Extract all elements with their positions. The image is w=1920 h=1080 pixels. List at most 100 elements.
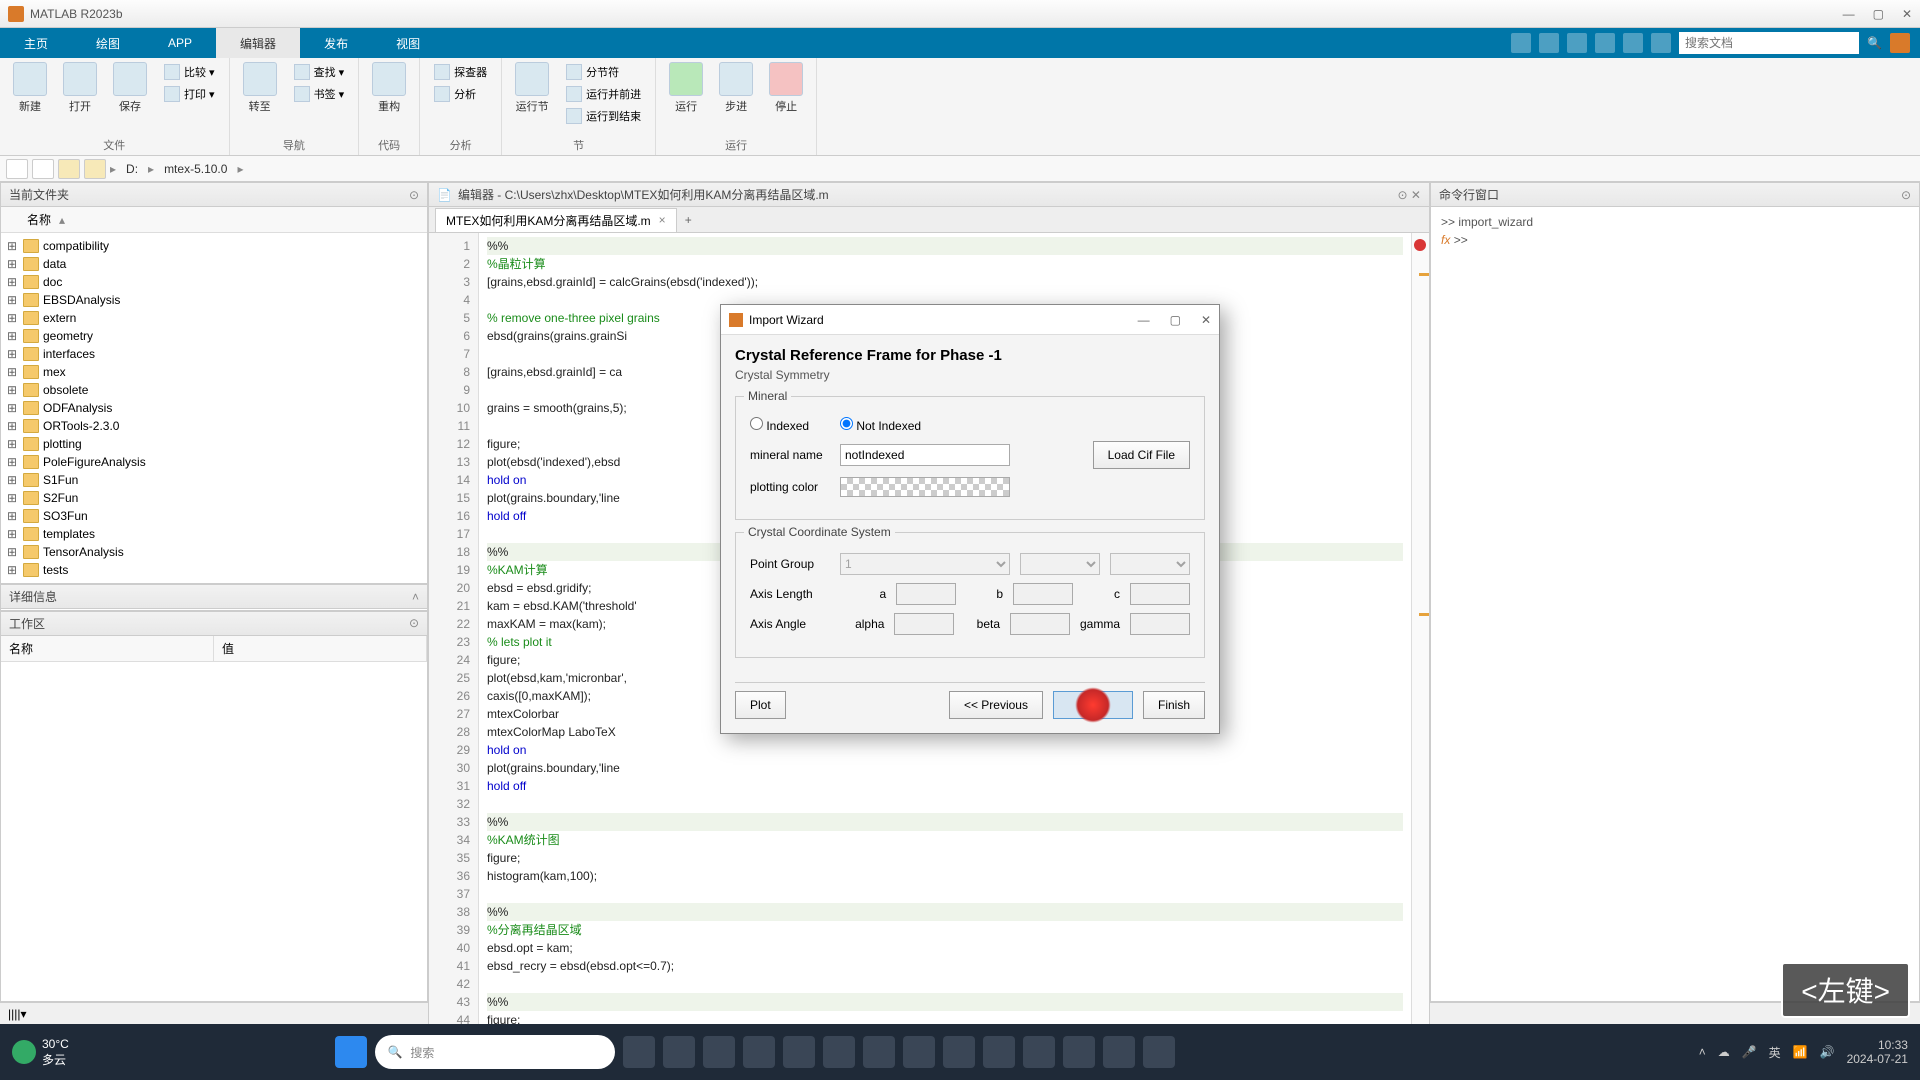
close-icon[interactable]: ✕ [1902, 7, 1912, 21]
point-group-select[interactable]: 1 [840, 553, 1010, 575]
mineral-name-input[interactable] [840, 444, 1010, 466]
maximize-icon[interactable]: ▢ [1170, 313, 1181, 327]
quick-access-icon[interactable] [1623, 33, 1643, 53]
taskbar-search[interactable]: 🔍 搜索 [375, 1035, 615, 1069]
run-advance-button[interactable]: 运行并前进 [562, 84, 645, 104]
search-docs-input[interactable] [1679, 32, 1859, 54]
tab-view[interactable]: 视图 [372, 28, 444, 58]
find-button[interactable]: 查找 ▾ [290, 62, 349, 82]
command-window[interactable]: >> import_wizard fx >> [1431, 207, 1919, 255]
analyze-button[interactable]: 分析 [430, 84, 491, 104]
step-button[interactable]: 步进 [716, 62, 756, 114]
folder-item[interactable]: ⊞SO3Fun [1, 507, 427, 525]
plot-button[interactable]: Plot [735, 691, 786, 719]
close-tab-icon[interactable]: × [659, 213, 666, 227]
tray-icon[interactable]: 🎤 [1742, 1045, 1757, 1059]
folder-item[interactable]: ⊞EBSDAnalysis [1, 291, 427, 309]
close-icon[interactable]: ✕ [1201, 313, 1211, 327]
panel-menu-icon[interactable]: ⊙ [409, 188, 419, 202]
start-button[interactable] [335, 1036, 367, 1068]
breadcrumb[interactable]: D: [120, 162, 144, 176]
help-icon[interactable] [1651, 33, 1671, 53]
tray-volume-icon[interactable]: 🔊 [1820, 1045, 1835, 1059]
back-button[interactable] [6, 159, 28, 179]
new-button[interactable]: 新建 [10, 62, 50, 114]
user-icon[interactable] [1890, 33, 1910, 53]
message-bar[interactable] [1411, 233, 1429, 1069]
save-button[interactable]: 保存 [110, 62, 150, 114]
taskbar-app-icon[interactable] [783, 1036, 815, 1068]
tab-publish[interactable]: 发布 [300, 28, 372, 58]
axis-b-input[interactable] [1013, 583, 1073, 605]
quick-access-icon[interactable] [1595, 33, 1615, 53]
breadcrumb[interactable]: mtex-5.10.0 [158, 162, 233, 176]
folder-item[interactable]: ⊞ORTools-2.3.0 [1, 417, 427, 435]
load-cif-button[interactable]: Load Cif File [1093, 441, 1190, 469]
beta-input[interactable] [1010, 613, 1070, 635]
bookmark-button[interactable]: 书签 ▾ [290, 84, 349, 104]
taskbar-app-icon[interactable] [1103, 1036, 1135, 1068]
folder-item[interactable]: ⊞compatibility [1, 237, 427, 255]
alpha-input[interactable] [894, 613, 954, 635]
column-header[interactable]: 值 [214, 636, 427, 661]
taskbar-app-icon[interactable] [743, 1036, 775, 1068]
next-button[interactable] [1053, 691, 1133, 719]
taskbar-app-icon[interactable] [823, 1036, 855, 1068]
axis-a-input[interactable] [896, 583, 956, 605]
finish-button[interactable]: Finish [1143, 691, 1205, 719]
up-button[interactable] [58, 159, 80, 179]
warning-mark[interactable] [1419, 613, 1429, 616]
profiler-button[interactable]: 探查器 [430, 62, 491, 82]
refactor-button[interactable]: 重构 [369, 62, 409, 114]
weather-widget[interactable]: 30°C多云 [12, 1037, 69, 1068]
print-button[interactable]: 打印 ▾ [160, 84, 219, 104]
point-group-select-3[interactable] [1110, 553, 1190, 575]
quick-access-icon[interactable] [1567, 33, 1587, 53]
taskbar-app-icon[interactable] [863, 1036, 895, 1068]
taskbar-app-icon[interactable] [1023, 1036, 1055, 1068]
tab-editor[interactable]: 编辑器 [216, 28, 300, 58]
tab-plot[interactable]: 绘图 [72, 28, 144, 58]
compare-button[interactable]: 比较 ▾ [160, 62, 219, 82]
panel-menu-icon[interactable]: ⊙ [1901, 188, 1911, 202]
folder-item[interactable]: ⊞S1Fun [1, 471, 427, 489]
ime-indicator[interactable]: 英 [1769, 1044, 1781, 1061]
taskbar-app-icon[interactable] [623, 1036, 655, 1068]
tray-icon[interactable]: ☁ [1718, 1045, 1730, 1059]
folder-item[interactable]: ⊞TensorAnalysis [1, 543, 427, 561]
run-button[interactable]: 运行 [666, 62, 706, 114]
file-tab[interactable]: MTEX如何利用KAM分离再结晶区域.m × [435, 208, 677, 232]
taskbar-app-icon[interactable] [1143, 1036, 1175, 1068]
folder-icon[interactable] [84, 159, 106, 179]
error-indicator-icon[interactable] [1414, 239, 1426, 251]
quick-access-icon[interactable] [1539, 33, 1559, 53]
folder-item[interactable]: ⊞plotting [1, 435, 427, 453]
previous-button[interactable]: << Previous [949, 691, 1043, 719]
plotting-color-dropdown[interactable] [840, 477, 1010, 497]
taskbar-app-icon[interactable] [663, 1036, 695, 1068]
fx-icon[interactable]: fx [1441, 233, 1450, 247]
taskbar-app-icon[interactable] [903, 1036, 935, 1068]
minimize-icon[interactable]: — [1138, 313, 1150, 327]
folder-item[interactable]: ⊞tests [1, 561, 427, 579]
tray-chevron-icon[interactable]: ˄ [1699, 1045, 1706, 1059]
tab-app[interactable]: APP [144, 28, 216, 58]
goto-button[interactable]: 转至 [240, 62, 280, 114]
folder-item[interactable]: ⊞PoleFigureAnalysis [1, 453, 427, 471]
axis-c-input[interactable] [1130, 583, 1190, 605]
maximize-icon[interactable]: ▢ [1873, 7, 1884, 21]
run-section-button[interactable]: 运行节 [512, 62, 552, 114]
folder-item[interactable]: ⊞obsolete [1, 381, 427, 399]
search-icon[interactable]: 🔍 [1867, 36, 1882, 50]
panel-menu-icon[interactable]: ⊙ [409, 616, 419, 630]
folder-item[interactable]: ⊞interfaces [1, 345, 427, 363]
point-group-select-2[interactable] [1020, 553, 1100, 575]
column-header[interactable]: 名称 [27, 211, 51, 228]
dialog-titlebar[interactable]: Import Wizard — ▢ ✕ [721, 305, 1219, 335]
taskbar-app-icon[interactable] [1063, 1036, 1095, 1068]
folder-item[interactable]: ⊞templates [1, 525, 427, 543]
folder-item[interactable]: ⊞S2Fun [1, 489, 427, 507]
tray-wifi-icon[interactable]: 📶 [1793, 1045, 1808, 1059]
open-button[interactable]: 打开 [60, 62, 100, 114]
expand-icon[interactable]: ˄ [412, 590, 419, 604]
